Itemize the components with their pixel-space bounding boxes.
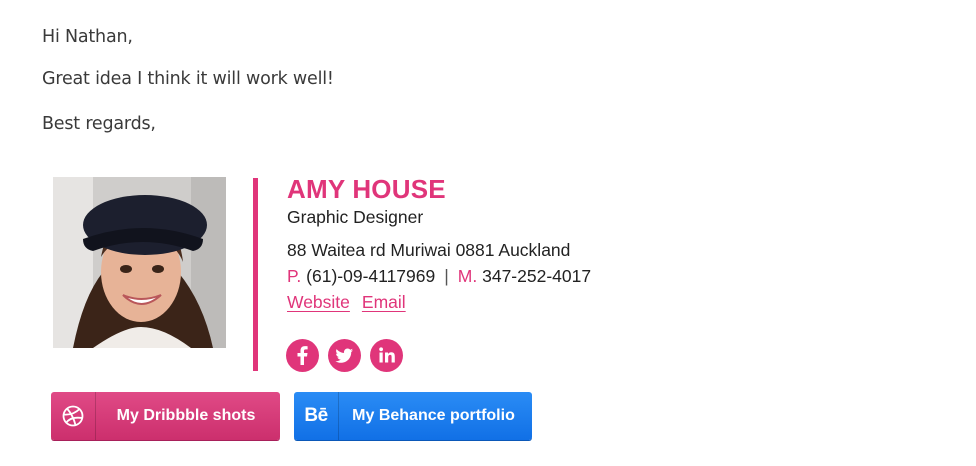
signature-phones: P. (61)-09-4117969 | M. 347-252-4017 bbox=[287, 266, 591, 287]
behance-button[interactable]: Bē My Behance portfolio bbox=[294, 392, 532, 440]
email-link[interactable]: Email bbox=[362, 292, 406, 312]
behance-button-label: My Behance portfolio bbox=[352, 407, 515, 424]
profile-photo bbox=[53, 177, 226, 348]
facebook-icon[interactable] bbox=[286, 339, 319, 372]
email-closing: Best regards, bbox=[42, 114, 156, 134]
email-greeting: Hi Nathan, bbox=[42, 27, 133, 47]
website-link[interactable]: Website bbox=[287, 292, 350, 312]
twitter-icon[interactable] bbox=[328, 339, 361, 372]
behance-icon: Bē bbox=[294, 392, 339, 440]
email-body: Great idea I think it will work well! bbox=[42, 69, 334, 89]
signature-links: Website Email bbox=[287, 292, 406, 313]
dribbble-button-label: My Dribbble shots bbox=[116, 407, 256, 424]
mobile-number: 347-252-4017 bbox=[482, 266, 592, 286]
signature-address: 88 Waitea rd Muriwai 0881 Auckland bbox=[287, 240, 571, 260]
phone-label: P. bbox=[287, 266, 302, 286]
phone-number: (61)-09-4117969 bbox=[306, 266, 436, 286]
dribbble-button[interactable]: My Dribbble shots bbox=[51, 392, 280, 440]
phone-separator: | bbox=[444, 266, 449, 286]
signature-divider bbox=[253, 178, 258, 371]
signature-title: Graphic Designer bbox=[287, 207, 424, 227]
mobile-label: M. bbox=[457, 266, 478, 286]
signature-name: AMY HOUSE bbox=[287, 174, 446, 204]
dribbble-icon bbox=[51, 392, 96, 440]
linkedin-icon[interactable] bbox=[370, 339, 403, 372]
